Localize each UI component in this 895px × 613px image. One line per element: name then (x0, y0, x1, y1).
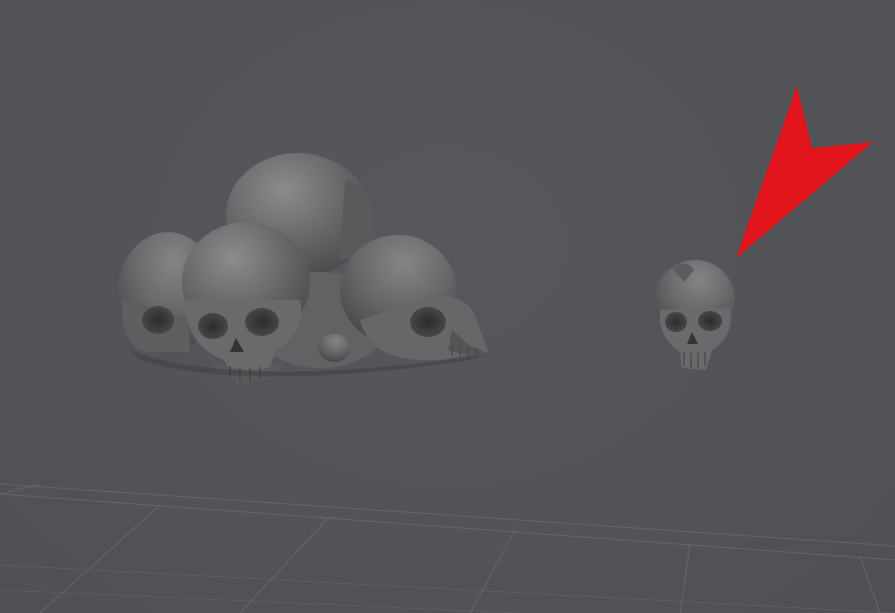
3d-viewport[interactable] (0, 0, 895, 613)
floor-grid (0, 483, 895, 613)
annotation-arrow (736, 86, 873, 258)
skull-pile-model[interactable] (118, 153, 488, 382)
viewport-canvas[interactable] (0, 0, 895, 613)
single-skull-model[interactable] (655, 260, 735, 370)
